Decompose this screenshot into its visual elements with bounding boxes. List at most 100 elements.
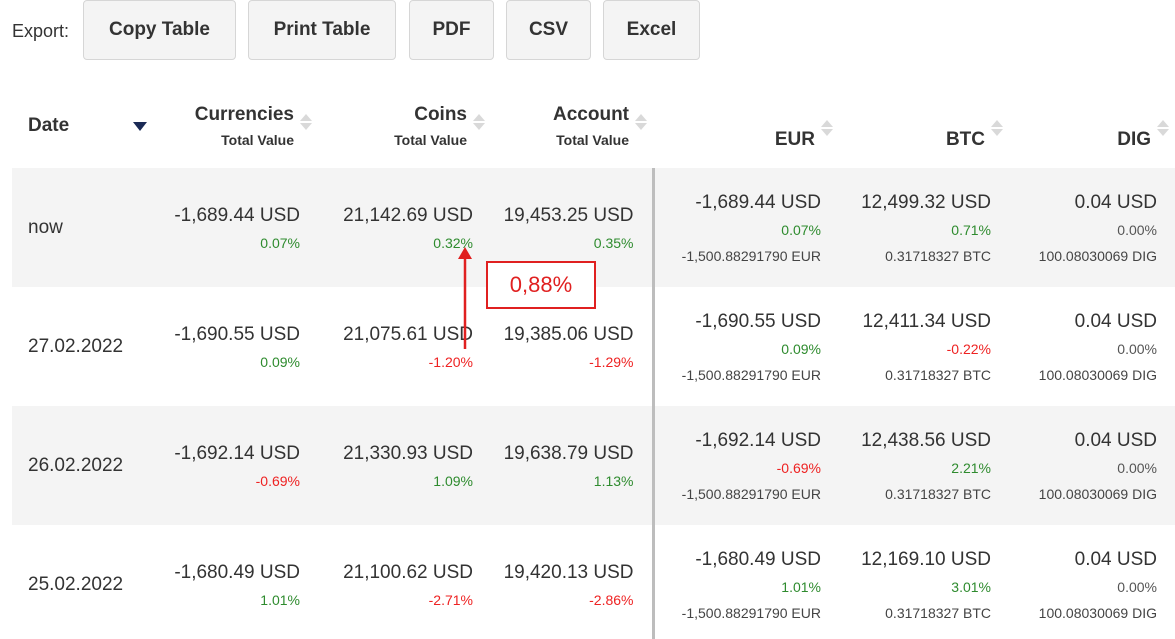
sort-icon [635, 114, 647, 130]
currencies-usd-value: -1,690.55 USD [174, 323, 300, 345]
sort-icon [300, 114, 312, 130]
btc-holding-amount: 0.31718327 BTC [885, 604, 991, 621]
coins-usd-value: 21,142.69 USD [343, 204, 473, 226]
btc-cell: 12,438.56 USD 2.21% 0.31718327 BTC [839, 406, 1009, 525]
column-label-account: Account [553, 104, 629, 125]
coins-cell: 21,100.62 USD -2.71% [318, 525, 491, 639]
eur-cell: -1,690.55 USD 0.09% -1,500.88291790 EUR [653, 287, 839, 406]
eur-change-percent: 0.07% [781, 221, 821, 238]
column-header-eur[interactable]: EUR [653, 84, 839, 168]
eur-usd-value: -1,692.14 USD [695, 429, 821, 451]
history-table: Date Currencies Total Value Coins Total … [12, 84, 1175, 639]
btc-change-percent: 0.71% [951, 221, 991, 238]
coins-usd-value: 21,330.93 USD [343, 442, 473, 464]
column-sublabel-coins: Total Value [394, 132, 467, 148]
currencies-change-percent: 0.09% [260, 353, 300, 370]
pdf-button[interactable]: PDF [409, 0, 494, 60]
column-header-coins[interactable]: Coins Total Value [318, 84, 491, 168]
annotation-arrow-icon [458, 247, 472, 349]
account-cell: 19,420.13 USD -2.86% [491, 525, 655, 639]
column-label-currencies: Currencies [194, 104, 294, 125]
btc-holding-amount: 0.31718327 BTC [885, 366, 991, 383]
dig-cell: 0.04 USD 0.00% 100.08030069 DIG [1009, 525, 1175, 639]
account-usd-value: 19,420.13 USD [503, 561, 634, 583]
account-change-percent: 1.13% [593, 472, 634, 489]
btc-holding-amount: 0.31718327 BTC [885, 485, 991, 502]
dig-holding-amount: 100.08030069 DIG [1038, 366, 1157, 383]
account-cell: 19,638.79 USD 1.13% [491, 406, 655, 525]
column-header-currencies[interactable]: Currencies Total Value [153, 84, 318, 168]
eur-holding-amount: -1,500.88291790 EUR [681, 247, 821, 264]
coins-cell: 21,330.93 USD 1.09% [318, 406, 491, 525]
dig-usd-value: 0.04 USD [1074, 310, 1157, 332]
annotation-box: 0,88% [486, 261, 596, 309]
eur-usd-value: -1,690.55 USD [695, 310, 821, 332]
date-cell: 27.02.2022 [28, 335, 124, 357]
dig-change-percent: 0.00% [1117, 221, 1157, 238]
dig-change-percent: 0.00% [1117, 459, 1157, 476]
sort-icon [1157, 120, 1169, 136]
eur-holding-amount: -1,500.88291790 EUR [681, 485, 821, 502]
sort-icon [821, 120, 833, 136]
eur-usd-value: -1,680.49 USD [695, 548, 821, 570]
dig-holding-amount: 100.08030069 DIG [1038, 604, 1157, 621]
currencies-cell: -1,690.55 USD 0.09% [153, 287, 318, 406]
column-label-coins: Coins [414, 104, 467, 125]
column-sublabel-currencies: Total Value [221, 132, 294, 148]
column-label-dig: DIG [1117, 129, 1151, 150]
dig-usd-value: 0.04 USD [1074, 429, 1157, 451]
csv-button[interactable]: CSV [506, 0, 591, 60]
coins-change-percent: -2.71% [428, 591, 473, 608]
btc-holding-amount: 0.31718327 BTC [885, 247, 991, 264]
column-header-btc[interactable]: BTC [839, 84, 1009, 168]
column-header-account[interactable]: Account Total Value [491, 84, 653, 168]
account-usd-value: 19,453.25 USD [503, 204, 634, 226]
export-toolbar: Export: Copy Table Print Table PDF CSV E… [0, 0, 1175, 60]
sort-icon [473, 114, 485, 130]
column-header-date[interactable]: Date [12, 84, 153, 168]
btc-usd-value: 12,438.56 USD [861, 429, 991, 451]
table-row: 26.02.2022 -1,692.14 USD -0.69% 21,330.93 U… [12, 406, 1175, 525]
btc-usd-value: 12,499.32 USD [861, 191, 991, 213]
date-cell: 25.02.2022 [28, 573, 124, 595]
btc-cell: 12,411.34 USD -0.22% 0.31718327 BTC [839, 287, 1009, 406]
export-label: Export: [12, 21, 70, 41]
coins-usd-value: 21,075.61 USD [343, 323, 473, 345]
eur-cell: -1,689.44 USD 0.07% -1,500.88291790 EUR [653, 168, 839, 287]
coins-change-percent: 0.32% [433, 234, 473, 251]
dig-cell: 0.04 USD 0.00% 100.08030069 DIG [1009, 406, 1175, 525]
dig-holding-amount: 100.08030069 DIG [1038, 485, 1157, 502]
column-label-date: Date [28, 115, 70, 136]
eur-holding-amount: -1,500.88291790 EUR [681, 604, 821, 621]
dig-cell: 0.04 USD 0.00% 100.08030069 DIG [1009, 168, 1175, 287]
table-body: now -1,689.44 USD 0.07% 21,142.69 USD 0.32% 1… [12, 168, 1175, 639]
sort-desc-icon [133, 122, 147, 131]
eur-holding-amount: -1,500.88291790 EUR [681, 366, 821, 383]
print-table-button[interactable]: Print Table [248, 0, 396, 60]
column-sublabel-account: Total Value [556, 132, 629, 148]
eur-change-percent: 0.09% [781, 340, 821, 357]
currencies-usd-value: -1,692.14 USD [174, 442, 300, 464]
table-row: 25.02.2022 -1,680.49 USD 1.01% 21,100.62 US… [12, 525, 1175, 639]
coins-usd-value: 21,100.62 USD [343, 561, 473, 583]
eur-change-percent: 1.01% [781, 578, 821, 595]
currencies-usd-value: -1,689.44 USD [174, 204, 300, 226]
btc-change-percent: -0.22% [946, 340, 991, 357]
account-change-percent: -1.29% [589, 353, 634, 370]
column-label-btc: BTC [945, 129, 985, 150]
excel-button[interactable]: Excel [603, 0, 700, 60]
btc-cell: 12,499.32 USD 0.71% 0.31718327 BTC [839, 168, 1009, 287]
account-change-percent: -2.86% [589, 591, 634, 608]
btc-change-percent: 3.01% [951, 578, 991, 595]
column-header-dig[interactable]: DIG [1009, 84, 1175, 168]
sort-icon [991, 120, 1003, 136]
table-header-row: Date Currencies Total Value Coins Total … [12, 84, 1175, 168]
copy-table-button[interactable]: Copy Table [83, 0, 236, 60]
currencies-cell: -1,680.49 USD 1.01% [153, 525, 318, 639]
currencies-change-percent: 1.01% [260, 591, 300, 608]
column-label-eur: EUR [774, 129, 815, 150]
currencies-change-percent: -0.69% [255, 472, 300, 489]
dig-change-percent: 0.00% [1117, 340, 1157, 357]
btc-usd-value: 12,411.34 USD [862, 310, 991, 332]
coins-change-percent: -1.20% [428, 353, 473, 370]
